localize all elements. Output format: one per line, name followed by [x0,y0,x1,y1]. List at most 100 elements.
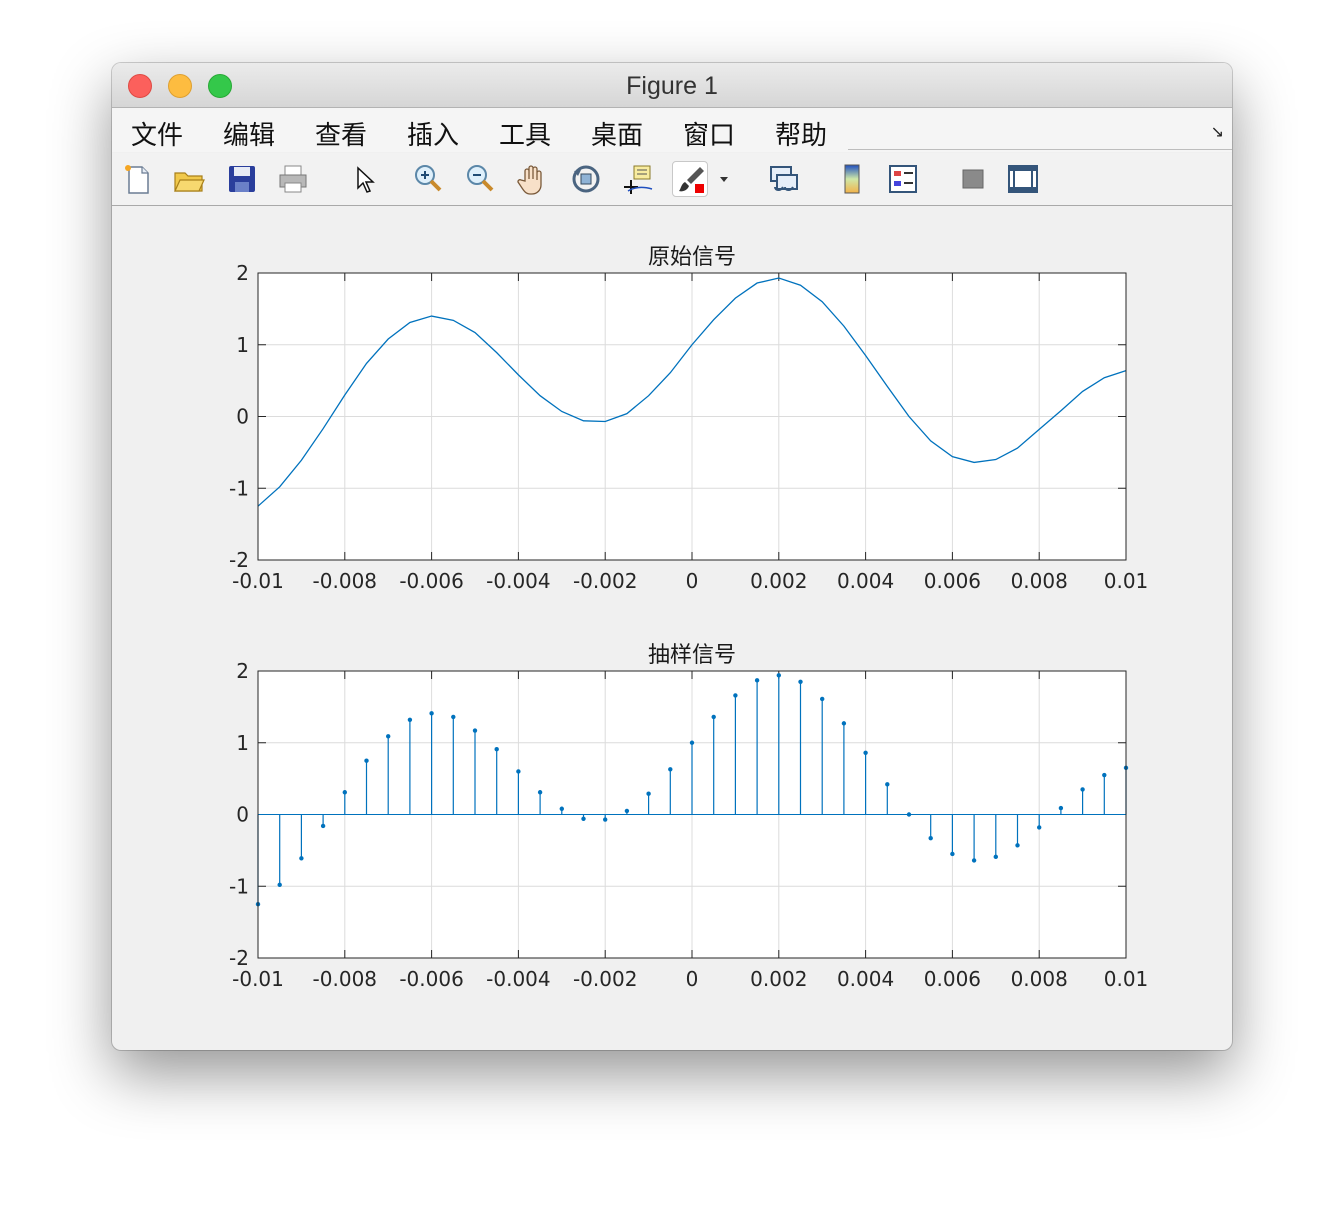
stem-marker [993,854,998,860]
stem-marker [320,823,326,829]
dock-arrow-icon[interactable]: ↘ [1211,122,1224,141]
pan-hand-icon[interactable] [515,161,551,197]
stem-marker [1015,843,1020,848]
stem-marker [277,882,282,888]
x-tick-label: -0.008 [313,967,377,991]
axes-2[interactable]: -0.01 -0.008 -0.006 -0.004 -0.002 0 0.002 0.004… [229,643,1148,991]
menu-edit[interactable]: 编辑 [223,115,275,152]
stem-marker [407,717,413,722]
stem-marker [1058,805,1064,811]
x-tick-label: 0 [686,967,699,991]
x-tick-label: 0.002 [750,967,807,991]
menu-view[interactable]: 查看 [315,115,367,152]
stem-marker [863,750,868,755]
stem-marker [646,791,651,796]
x-tick-label: 0.004 [837,569,894,593]
y-tick-label: -1 [229,476,249,500]
stem-marker [711,714,716,720]
stem-marker [603,817,608,822]
stem-marker [906,812,912,817]
window-title: Figure 1 [626,72,718,100]
stem-marker [299,856,304,861]
y-tick-label: 0 [236,405,249,429]
stem-marker [429,711,434,716]
menu-desktop[interactable]: 桌面 [591,115,643,152]
stem-marker [559,806,564,811]
menu-tools[interactable]: 工具 [499,115,551,152]
stem-marker [537,790,543,795]
stem-marker [472,728,478,733]
print-icon[interactable] [275,161,311,197]
stem-marker [820,696,825,702]
title-bar[interactable]: Figure 1 [112,63,1232,108]
stem-marker [581,816,586,822]
stem-marker [971,858,977,863]
stem-marker [733,693,738,698]
x-tick-label: -0.002 [573,967,637,991]
stem-marker [1037,825,1042,830]
stem-marker [516,769,521,774]
menu-file[interactable]: 文件 [131,115,183,152]
y-tick-label: -1 [229,874,249,898]
x-tick-label: 0.006 [924,967,981,991]
data-cursor-icon[interactable] [620,161,656,197]
x-tick-label: 0.01 [1104,967,1149,991]
menu-insert[interactable]: 插入 [407,115,459,152]
x-tick-label: -0.004 [486,967,550,991]
stem-marker [624,808,630,814]
edit-plot-arrow-icon[interactable] [346,161,382,197]
x-tick-label: -0.008 [313,569,377,593]
menu-window[interactable]: 窗口 [683,115,735,152]
y-tick-label: 1 [236,731,249,755]
axes-title: 抽样信号 [648,643,736,668]
zoom-out-icon[interactable] [462,161,498,197]
x-tick-label: 0.01 [1104,569,1149,593]
stem-marker [342,790,347,795]
x-tick-label: -0.002 [573,569,637,593]
axes-1[interactable]: -0.01 -0.008 -0.006 -0.004 -0.002 0 0.002 0.004… [229,245,1148,593]
stem-marker [754,678,760,683]
stem-marker [364,758,369,763]
save-icon[interactable] [224,161,260,197]
x-tick-label: 0.008 [1011,967,1068,991]
colorbar-icon[interactable] [834,161,870,197]
menu-divider [848,149,1232,150]
stem-marker [798,679,803,684]
x-tick-label: -0.01 [232,569,284,593]
x-tick-label: 0.008 [1011,569,1068,593]
show-plot-tools-icon[interactable] [1005,161,1041,197]
rotate-3d-icon[interactable] [568,161,604,197]
new-figure-icon[interactable] [120,161,156,197]
y-tick-label: -2 [229,548,249,572]
axes-title: 原始信号 [648,245,736,270]
stem-marker [689,740,695,745]
hide-plot-tools-icon[interactable] [955,161,991,197]
stem-marker [668,767,673,772]
plot-area: -0.01 -0.008 -0.006 -0.004 -0.002 0 0.002 0.004… [112,206,1232,1050]
stem-marker [885,782,890,787]
stem-marker [841,721,847,726]
y-tick-label: 0 [236,803,249,827]
y-tick-label: 1 [236,333,249,357]
stem-marker [386,734,391,739]
brush-dropdown-icon[interactable] [714,161,734,197]
x-tick-label: 0.004 [837,967,894,991]
stem-marker [1102,772,1107,778]
brush-icon[interactable] [672,161,708,197]
link-plot-icon[interactable] [765,161,801,197]
y-tick-label: -2 [229,946,249,970]
x-tick-label: 0.002 [750,569,807,593]
x-tick-label: -0.004 [486,569,550,593]
zoom-in-icon[interactable] [410,161,446,197]
toolbar [112,153,1232,206]
menu-help[interactable]: 帮助 [775,115,827,152]
menu-bar: 文件 编辑 查看 插入 工具 桌面 窗口 帮助 ↘ [112,108,1232,152]
legend-icon[interactable] [885,161,921,197]
figure-canvas[interactable]: -0.01 -0.008 -0.006 -0.004 -0.002 0 0.002 0.004… [112,206,1232,1050]
stem-marker [1080,787,1085,792]
y-tick-label: 2 [236,261,249,285]
stem-marker [950,851,955,857]
y-tick-label: 2 [236,659,249,683]
figure-window: Figure 1 文件 编辑 查看 插入 工具 桌面 窗口 帮助 ↘ -0.01… [112,63,1232,1050]
open-file-icon[interactable] [171,161,207,197]
